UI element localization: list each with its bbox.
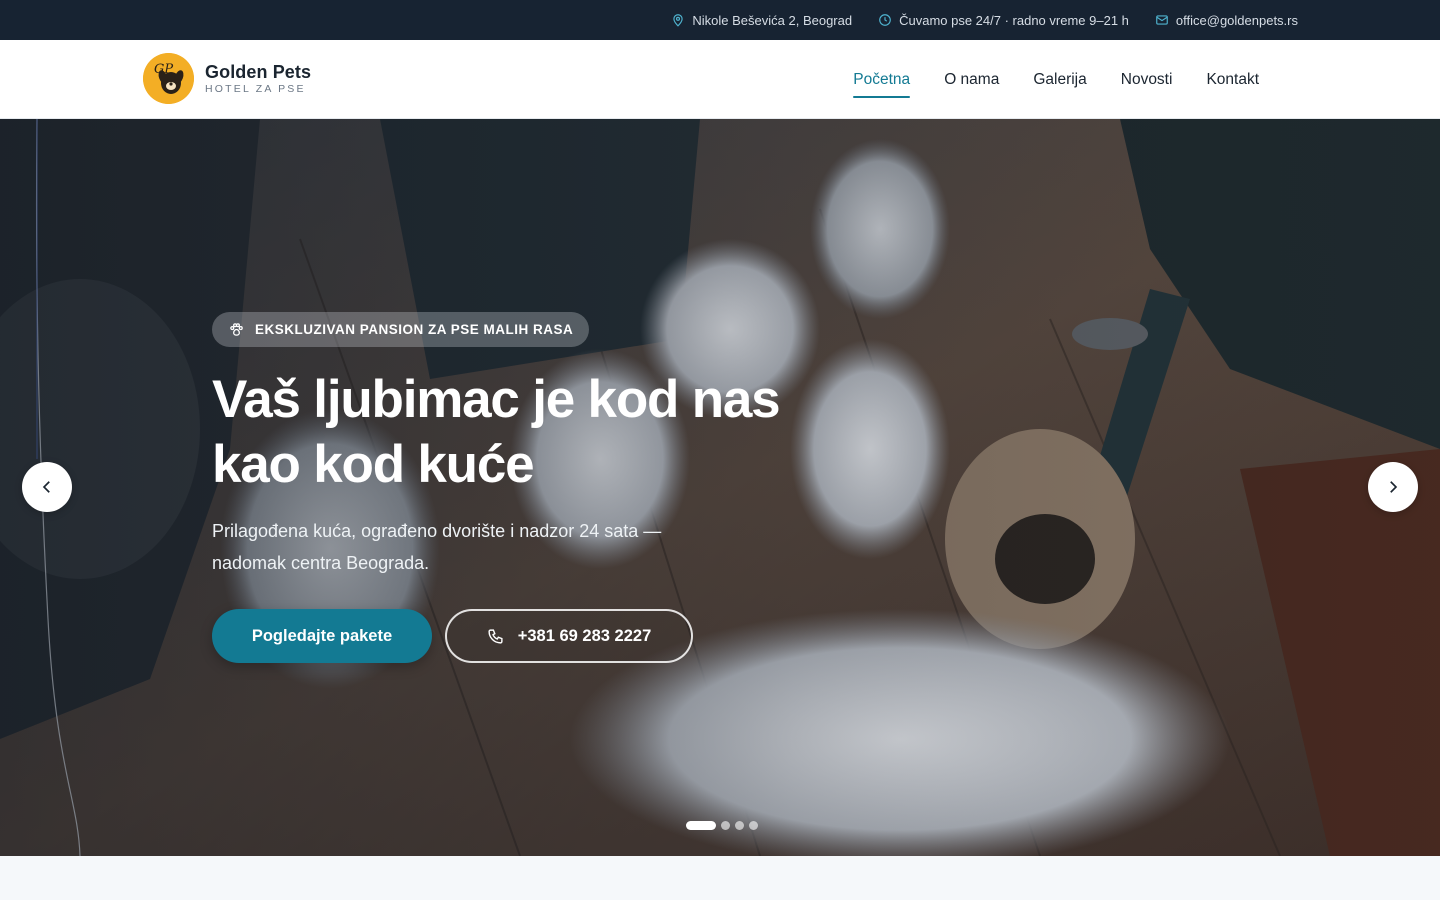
brand-logo-link[interactable]: GP Golden Pets HOTEL ZA PSE — [143, 53, 311, 104]
email-link[interactable]: office@goldenpets.rs — [1176, 13, 1298, 28]
dog-logo-icon: GP — [143, 53, 194, 104]
brand-tagline: HOTEL ZA PSE — [205, 83, 306, 95]
slider-dot-2[interactable] — [721, 821, 730, 830]
slider-pagination — [686, 821, 758, 830]
view-packages-label: Pogledajte pakete — [251, 626, 393, 645]
hero-badge-text: EKSKLUZIVAN PANSION ZA PSE MALIH RASA — [255, 322, 574, 337]
nav-item-o-nama[interactable]: O nama — [944, 63, 999, 97]
slider-dot-4[interactable] — [749, 821, 758, 830]
map-pin-icon — [673, 14, 684, 27]
address-text: Nikole Beševića 2, Beograd — [692, 12, 853, 28]
brand-name: Golden Pets — [205, 62, 312, 82]
brand-text: Golden Pets HOTEL ZA PSE — [205, 62, 311, 95]
chevron-right-icon — [1390, 481, 1398, 493]
hero-subtitle: Prilagođena kuća, ograđeno dvorište i na… — [212, 521, 662, 573]
slider-dot-3[interactable] — [735, 821, 744, 830]
nav-item-pocetna[interactable]: Početna — [853, 63, 910, 98]
view-packages-button[interactable]: Pogledajte pakete — [212, 609, 432, 663]
phone-icon — [488, 628, 503, 644]
hours-text: Čuvamo pse 24/7 · radno vreme 9–21 h — [899, 12, 1129, 28]
svg-text:GP: GP — [154, 62, 173, 77]
hero-slider: EKSKLUZIVAN PANSION ZA PSE MALIH RASA Va… — [0, 119, 1440, 856]
next-section — [0, 856, 1440, 900]
phone-number-label: +381 69 283 2227 — [517, 626, 652, 645]
top-info-bar: Nikole Beševića 2, Beograd Čuvamo pse 24… — [0, 0, 1440, 40]
slider-dot-1[interactable] — [686, 821, 716, 830]
main-navigation: Početna O nama Galerija Novosti Kontakt — [853, 40, 1259, 119]
email-info[interactable]: office@goldenpets.rs — [1155, 13, 1298, 28]
hours-info: Čuvamo pse 24/7 · radno vreme 9–21 h — [878, 13, 1129, 28]
logo-badge: GP — [143, 53, 194, 104]
slider-prev-button[interactable] — [22, 462, 72, 512]
call-phone-button[interactable]: +381 69 283 2227 — [445, 609, 693, 663]
chevron-left-icon — [42, 481, 50, 493]
paw-icon — [230, 323, 243, 336]
hero-badge: EKSKLUZIVAN PANSION ZA PSE MALIH RASA — [212, 312, 590, 347]
mail-icon — [1156, 15, 1168, 25]
site-header: GP Golden Pets HOTEL ZA PSE Početna O na… — [0, 40, 1440, 119]
nav-item-galerija[interactable]: Galerija — [1033, 63, 1086, 97]
nav-item-novosti[interactable]: Novosti — [1121, 63, 1173, 97]
slider-next-button[interactable] — [1368, 462, 1418, 512]
nav-item-kontakt[interactable]: Kontakt — [1206, 63, 1259, 97]
clock-icon — [879, 14, 891, 26]
top-info-items: Nikole Beševića 2, Beograd Čuvamo pse 24… — [671, 0, 1298, 40]
address-info: Nikole Beševića 2, Beograd — [671, 13, 852, 28]
hero-title: Vaš ljubimac je kod nas kao kod kuće — [212, 370, 781, 494]
